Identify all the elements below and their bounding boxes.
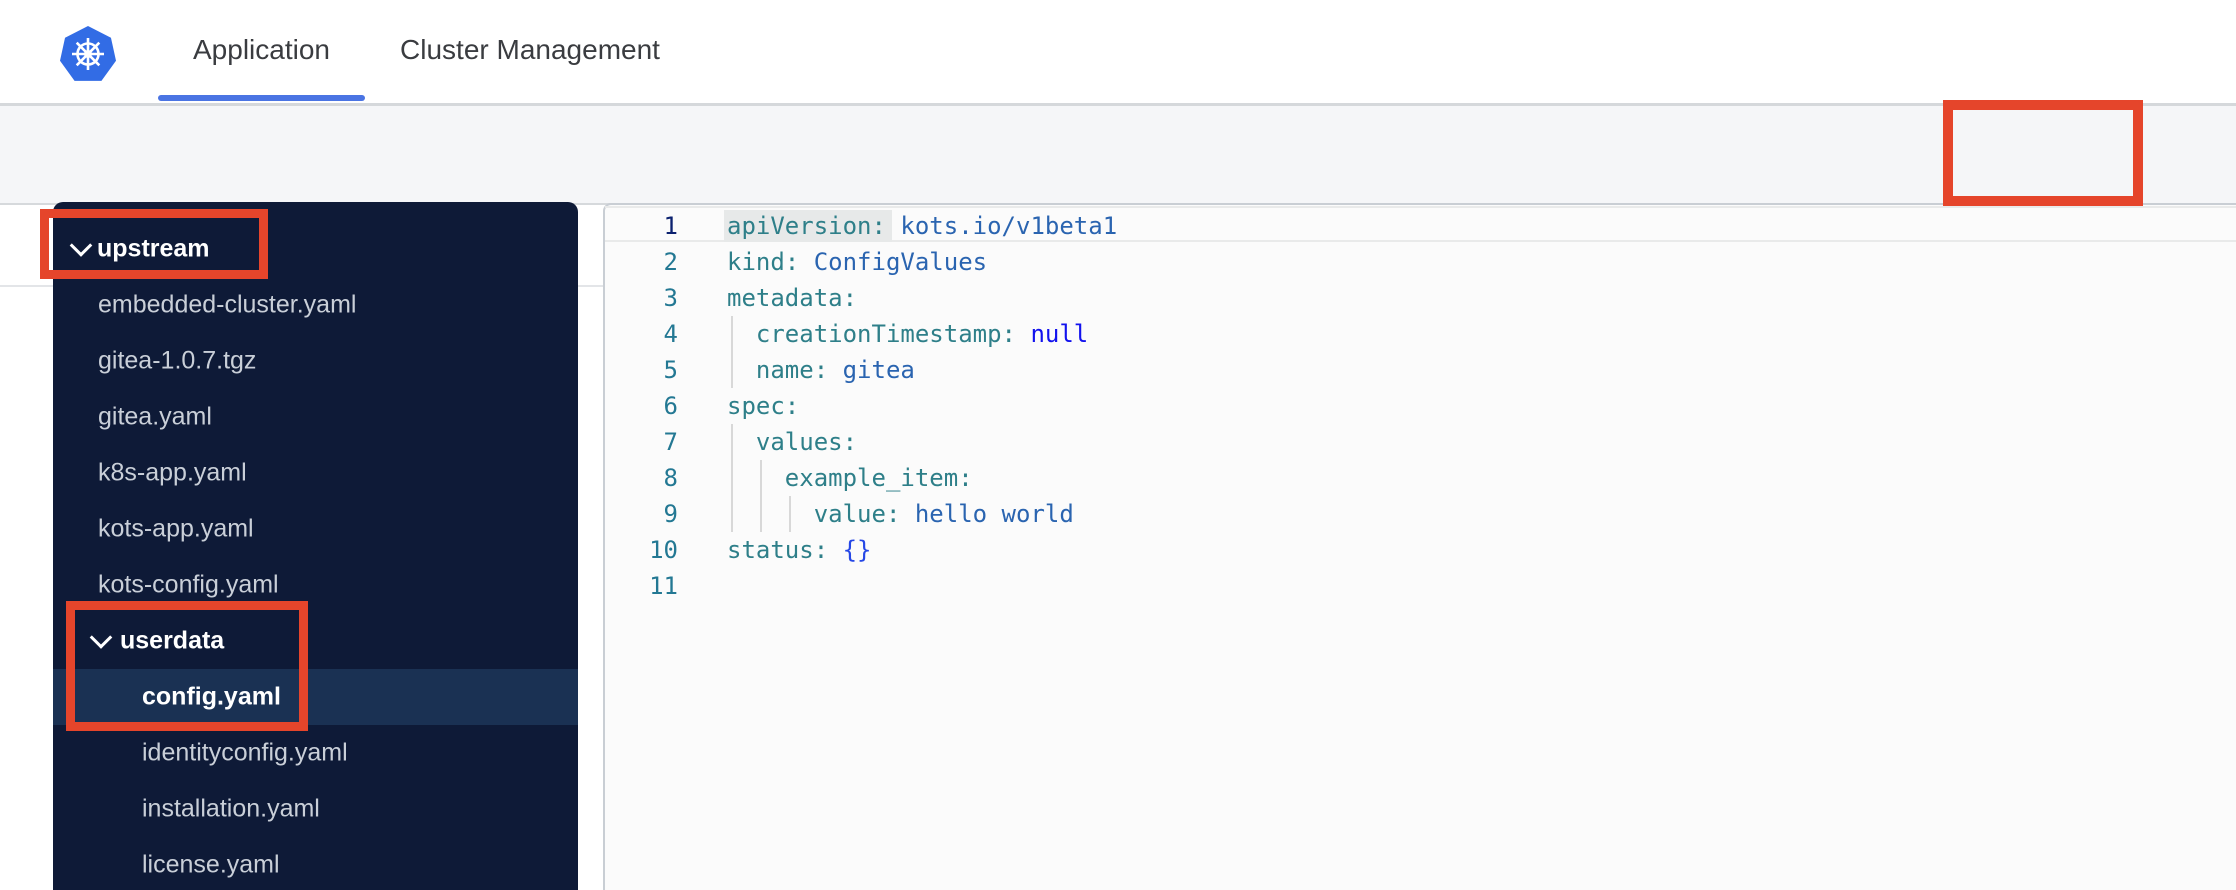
folder-label: userdata [120,626,225,655]
ship-wheel-icon [72,38,104,70]
app-subnav: DashboardVersion historyConfigTroublesho… [0,106,2236,289]
file-label: installation.yaml [142,794,320,823]
folder-label: upstream [97,234,210,263]
file-label: gitea-1.0.7.tgz [98,346,257,375]
file-label: embedded-cluster.yaml [98,290,357,319]
tree-item-userdata[interactable]: userdata [53,613,578,669]
tree-item-kots-app.yaml[interactable]: kots-app.yaml [53,501,578,557]
yaml-file-editor[interactable]: 1 2 3 4 5 6 7 8 9 10 11 apiVersion: kots.io/v1beta… [603,203,2236,890]
tab-cluster-management[interactable]: Cluster Management [385,0,675,100]
file-label: license.yaml [142,850,280,879]
line-number: 6 [663,392,678,420]
code-line-9: value: hello world [813,500,1074,528]
tree-item-gitea-1.0.7.tgz[interactable]: gitea-1.0.7.tgz [53,333,578,389]
code-line-7: values: [755,428,858,456]
kubernetes-logo-icon[interactable] [60,26,116,82]
code-line-8: example_item: [784,464,973,492]
tree-item-embedded-cluster.yaml[interactable]: embedded-cluster.yaml [53,277,578,333]
line-number: 9 [663,500,678,528]
line-number: 8 [663,464,678,492]
line-number: 4 [663,320,678,348]
code-line-5: name: gitea [755,356,915,384]
chevron-down-icon[interactable] [89,626,113,649]
tree-item-k8s-app.yaml[interactable]: k8s-app.yaml [53,445,578,501]
tab-application[interactable]: Application [158,0,365,100]
tree-item-license.yaml[interactable]: license.yaml [53,837,578,890]
tree-item-identityconfig.yaml[interactable]: identityconfig.yaml [53,725,578,781]
file-label: config.yaml [142,682,281,711]
code-line-1: apiVersion: kots.io/v1beta1 [727,212,1118,240]
kots-admin-console: Application Cluster Management Dashboard… [0,0,2236,890]
code-line-10: status: {} [727,536,872,564]
tree-item-gitea.yaml[interactable]: gitea.yaml [53,389,578,445]
chevron-down-icon[interactable] [69,234,93,257]
tree-item-upstream[interactable]: upstream [53,221,578,277]
line-number: 10 [649,536,678,564]
line-number: 7 [663,428,678,456]
tree-item-installation.yaml[interactable]: installation.yaml [53,781,578,837]
file-label: kots-config.yaml [98,570,279,599]
line-number: 3 [663,284,678,312]
tab-application-label: Application [193,34,330,65]
tree-item-config.yaml[interactable]: config.yaml [53,669,578,725]
file-label: k8s-app.yaml [98,458,247,487]
line-number: 1 [663,212,678,240]
file-label: gitea.yaml [98,402,212,431]
code-line-2: kind: ConfigValues [727,248,988,276]
app-header: Application Cluster Management [0,0,2236,106]
tab-cluster-management-label: Cluster Management [400,34,660,65]
file-label: kots-app.yaml [98,514,254,543]
file-label: identityconfig.yaml [142,738,348,767]
code-line-3: metadata: [727,284,858,312]
line-number: 11 [649,572,678,600]
code-line-6: spec: [727,392,800,420]
line-number: 2 [663,248,678,276]
code-line-4: creationTimestamp: null [755,320,1089,348]
file-tree-sidebar: upstream embedded-cluster.yaml gitea-1.0.7… [53,202,578,890]
tree-item-kots-config.yaml[interactable]: kots-config.yaml [53,557,578,613]
active-tab-underline [158,95,365,101]
line-number: 5 [663,356,678,384]
